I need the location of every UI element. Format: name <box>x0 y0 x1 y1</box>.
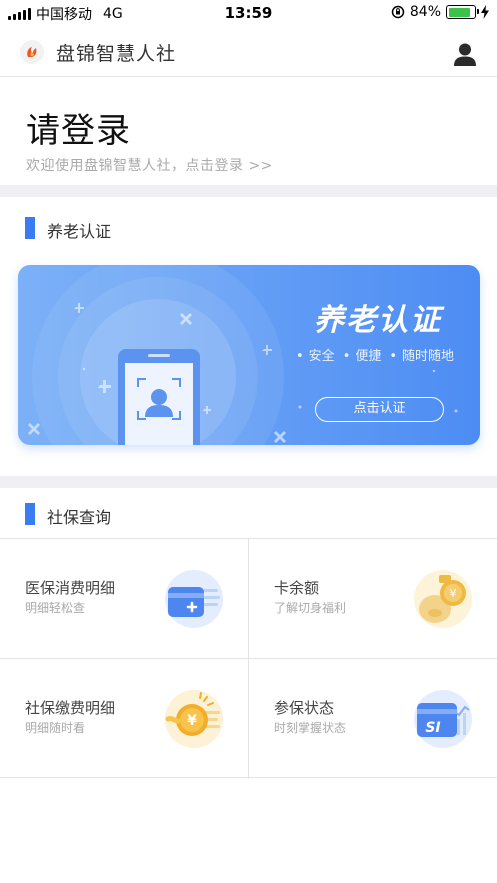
pension-section-heading: 养老认证 <box>0 208 497 248</box>
login-title[interactable]: 请登录 <box>26 103 131 152</box>
banner-feature-item: 便捷 <box>343 345 381 364</box>
banner-feature-item: 安全 <box>296 345 335 364</box>
coin-balance-icon: ¥ <box>414 570 472 628</box>
status-bar: 中国移动 4G 13:59 84% <box>0 0 497 26</box>
app-title: 盘锦智慧人社 <box>56 43 177 65</box>
svg-text:¥: ¥ <box>450 587 457 600</box>
banner-features: 安全 便捷 随时随地 <box>296 345 454 364</box>
start-auth-button[interactable]: 点击认证 <box>315 397 444 422</box>
tile-title: 参保状态 <box>274 699 335 717</box>
svg-text:¥: ¥ <box>187 713 197 729</box>
si-card-icon: SI <box>414 690 472 748</box>
tile-title: 医保消费明细 <box>25 579 116 597</box>
battery-icon <box>446 5 479 19</box>
section-accent-bar <box>25 217 35 239</box>
tile-title: 社保缴费明细 <box>25 699 116 717</box>
social-query-grid: 医保消费明细 明细轻松查 卡余额 了解切身福利 ¥ 社保缴费明细 明细随时看 ¥… <box>0 538 497 779</box>
tile-insurance-status[interactable]: 参保状态 时刻掌握状态 SI <box>249 659 497 778</box>
section-accent-bar <box>25 503 35 525</box>
rotation-lock-icon <box>391 5 405 19</box>
social-section-label: 社保查询 <box>47 508 112 527</box>
tile-medical-consumption[interactable]: 医保消费明细 明细轻松查 <box>0 539 248 658</box>
tile-payment-details[interactable]: 社保缴费明细 明细随时看 ¥ <box>0 659 248 778</box>
pension-auth-banner[interactable]: 养老认证 安全 便捷 随时随地 点击认证 <box>18 265 480 445</box>
user-profile-icon[interactable] <box>453 42 477 68</box>
status-right: 84% <box>391 4 489 20</box>
tile-subtitle: 明细轻松查 <box>25 601 86 615</box>
tile-subtitle: 时刻掌握状态 <box>274 721 347 735</box>
section-divider <box>0 476 497 488</box>
app-logo-icon <box>20 40 44 64</box>
yuan-coin-icon: ¥ <box>165 690 223 748</box>
medical-card-icon <box>165 570 223 628</box>
login-section[interactable]: 请登录 欢迎使用盘锦智慧人社，点击登录 >> <box>0 77 497 185</box>
social-section-heading: 社保查询 <box>0 494 497 534</box>
tile-title: 卡余额 <box>274 579 320 597</box>
battery-percent: 84% <box>409 4 441 20</box>
banner-feature-item: 随时随地 <box>389 345 454 364</box>
tile-subtitle: 明细随时看 <box>25 721 86 735</box>
pension-section-label: 养老认证 <box>47 222 112 241</box>
section-divider <box>0 185 497 197</box>
battery-fill <box>448 7 470 17</box>
charging-bolt-icon <box>481 5 489 19</box>
banner-title: 养老认证 <box>314 303 442 338</box>
login-subtitle-link[interactable]: 欢迎使用盘锦智慧人社，点击登录 >> <box>26 155 273 175</box>
svg-text:SI: SI <box>425 720 440 736</box>
tile-subtitle: 了解切身福利 <box>274 601 347 615</box>
tile-card-balance[interactable]: 卡余额 了解切身福利 ¥ <box>249 539 497 658</box>
app-header: 盘锦智慧人社 <box>0 26 497 77</box>
